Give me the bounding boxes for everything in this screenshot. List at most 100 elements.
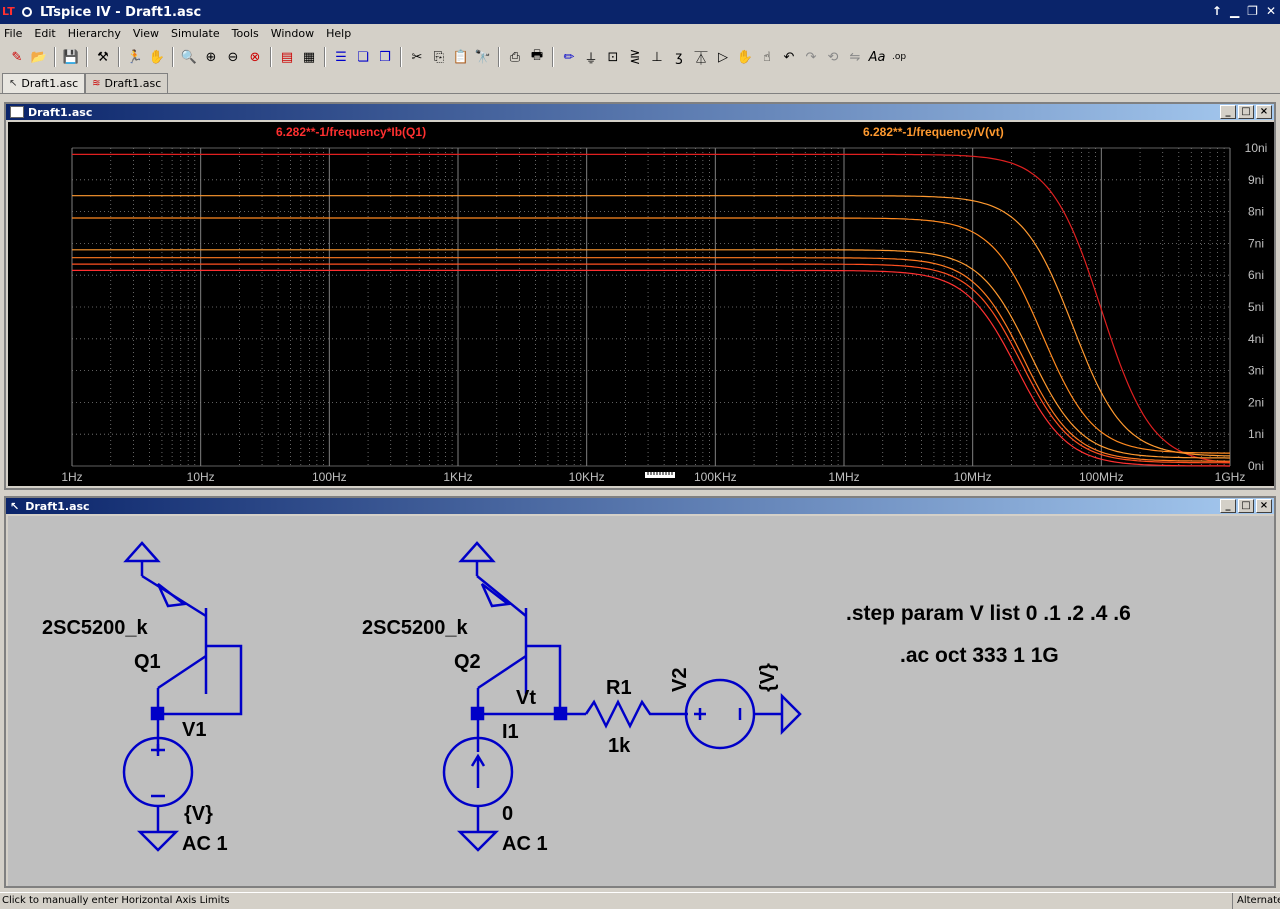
halt-icon[interactable]: ✋ (146, 46, 168, 68)
text-icon[interactable]: Aa (866, 46, 888, 68)
print-icon[interactable]: 🖶 (526, 46, 548, 68)
ground-icon[interactable] (456, 830, 500, 852)
y-axis-ticks[interactable]: 0ni 1ni 2ni 3ni 4ni 5ni 6ni 7ni 8ni 9ni 10ni (1245, 141, 1268, 473)
r1-value-label[interactable]: 1k (608, 735, 631, 757)
run-icon[interactable]: 🏃 (124, 46, 146, 68)
y-tick-label: 1ni (1248, 427, 1264, 441)
print-setup-icon[interactable]: ⎙ (504, 46, 526, 68)
tile-horizontal-icon[interactable]: ☰ (330, 46, 352, 68)
ac-directive[interactable]: .ac oct 333 1 1G (900, 644, 1059, 667)
schematic-window-titlebar[interactable]: ↖ Draft1.asc _ □ × (6, 498, 1274, 514)
waveform-window-titlebar[interactable]: Draft1.asc _ □ × (6, 104, 1274, 120)
schematic-drawing[interactable]: 2SC5200_k Q1 V1 {V} AC 1 2SC5200_k Q2 Vt… (8, 516, 1274, 886)
close-button[interactable]: × (1256, 105, 1272, 119)
zoom-out-icon[interactable]: ⊖ (222, 46, 244, 68)
step-directive[interactable]: .step param V list 0 .1 .2 .4 .6 (846, 602, 1131, 625)
tab-waveform[interactable]: ≋ Draft1.asc (85, 73, 169, 93)
x-tick-label: 10MHz (954, 470, 992, 484)
redo-icon[interactable]: ↷ (800, 46, 822, 68)
ground-icon[interactable] (136, 830, 180, 852)
i1-name-label[interactable]: I1 (502, 721, 519, 743)
zoom-fit-icon[interactable]: ⊗ (244, 46, 266, 68)
waveform-plot[interactable]: 1Hz 10Hz 100Hz 1KHz 10KHz 100KHz 1MHz 10MHz 100M… (8, 122, 1274, 486)
menu-help[interactable]: Help (326, 27, 351, 40)
pin-icon[interactable]: ↑ (1212, 4, 1222, 18)
close-button[interactable]: × (1256, 499, 1272, 513)
rotate-icon[interactable]: ⟲ (822, 46, 844, 68)
spice-directive-icon[interactable]: .op (888, 46, 910, 68)
minimize-button[interactable]: _ (1220, 105, 1236, 119)
ground-icon[interactable] (780, 692, 802, 736)
q2-model-label[interactable]: 2SC5200_k (362, 617, 469, 639)
r1-name-label[interactable]: R1 (606, 677, 632, 699)
mirror-icon[interactable]: ⇋ (844, 46, 866, 68)
restore-button[interactable]: ❐ (1247, 4, 1258, 18)
trace-label-v-vt[interactable]: 6.282**-1/frequency/V(vt) (863, 125, 1004, 139)
plot-area[interactable]: 1Hz 10Hz 100Hz 1KHz 10KHz 100KHz 1MHz 10MHz 100M… (8, 122, 1274, 486)
menu-simulate[interactable]: Simulate (171, 27, 220, 40)
autorange-icon[interactable]: ▤ (276, 46, 298, 68)
draw-wire-icon[interactable]: ✏ (558, 46, 580, 68)
resistor-icon[interactable]: ⋛ (624, 46, 646, 68)
v2-value-label[interactable]: {V} (757, 663, 779, 692)
zoom-in-icon[interactable]: 🔍 (178, 46, 200, 68)
move-icon[interactable]: ✋ (734, 46, 756, 68)
capacitor-icon[interactable]: ⊥ (646, 46, 668, 68)
junction-icon (470, 706, 485, 721)
menu-window[interactable]: Window (271, 27, 314, 40)
toolbar: ✎ 📂 💾 ⚒ 🏃 ✋ 🔍 ⊕ ⊖ ⊗ ▤ ▦ ☰ ❏ ❒ ✂ ⎘ 📋 🔭 ⎙ … (0, 44, 1280, 70)
maximize-button[interactable]: □ (1238, 105, 1254, 119)
trace-label-ib-q1[interactable]: 6.282**-1/frequency*Ib(Q1) (276, 125, 426, 139)
delete-trace-icon[interactable]: ▦ (298, 46, 320, 68)
cut-icon[interactable]: ✂ (406, 46, 428, 68)
schematic-window: ↖ Draft1.asc _ □ × 2SC5200_k Q1 V1 {V} A… (4, 496, 1276, 888)
drag-icon[interactable]: ☝ (756, 46, 778, 68)
save-icon[interactable]: 💾 (60, 46, 82, 68)
resistor-r1[interactable] (584, 699, 688, 729)
pan-icon[interactable]: ⊕ (200, 46, 222, 68)
menu-tools[interactable]: Tools (232, 27, 259, 40)
minimize-button[interactable]: _ (1220, 499, 1236, 513)
menu-file[interactable]: File (4, 27, 22, 40)
i1-value-label[interactable]: 0 (502, 803, 513, 825)
paste-icon[interactable]: 📋 (450, 46, 472, 68)
menu-edit[interactable]: Edit (34, 27, 55, 40)
i1-ac-label[interactable]: AC 1 (502, 833, 548, 855)
ground-icon[interactable]: ⏚ (580, 46, 602, 68)
control-panel-icon[interactable]: ⚒ (92, 46, 114, 68)
q1-collector-supply-icon[interactable] (123, 541, 161, 576)
diode-icon[interactable]: ⏄ (690, 46, 712, 68)
menu-hierarchy[interactable]: Hierarchy (68, 27, 121, 40)
v1-ac-label[interactable]: AC 1 (182, 833, 228, 855)
menu-view[interactable]: View (133, 27, 159, 40)
close-button[interactable]: ✕ (1266, 4, 1276, 18)
label-net-icon[interactable]: ⊡ (602, 46, 624, 68)
find-icon[interactable]: 🔭 (472, 46, 494, 68)
schematic-canvas[interactable]: 2SC5200_k Q1 V1 {V} AC 1 2SC5200_k Q2 Vt… (8, 516, 1274, 886)
v1-value-label[interactable]: {V} (184, 803, 213, 825)
component-icon[interactable]: ▷ (712, 46, 734, 68)
inductor-icon[interactable]: ʒ (668, 46, 690, 68)
status-text: Click to manually enter Horizontal Axis … (2, 895, 230, 906)
ruler-icon[interactable] (645, 472, 675, 478)
cascade-icon[interactable]: ❏ (352, 46, 374, 68)
q2-collector-supply-icon[interactable] (458, 541, 496, 576)
v2-name-label[interactable]: V2 (669, 668, 691, 692)
system-menu-icon[interactable] (22, 7, 32, 17)
net-label-vt[interactable]: Vt (516, 687, 536, 709)
open-icon[interactable]: 📂 (28, 46, 50, 68)
x-tick-label: 1MHz (828, 470, 859, 484)
tile-vertical-icon[interactable]: ❒ (374, 46, 396, 68)
q1-name-label[interactable]: Q1 (134, 651, 161, 673)
q2-name-label[interactable]: Q2 (454, 651, 481, 673)
undo-icon[interactable]: ↶ (778, 46, 800, 68)
minimize-button[interactable]: ▁ (1230, 4, 1239, 18)
toolbar-separator (118, 47, 120, 67)
maximize-button[interactable]: □ (1238, 499, 1254, 513)
q1-model-label[interactable]: 2SC5200_k (42, 617, 149, 639)
tab-schematic[interactable]: ↖ Draft1.asc (2, 73, 86, 93)
voltage-source-v1[interactable] (122, 736, 194, 832)
copy-icon[interactable]: ⎘ (428, 46, 450, 68)
v1-name-label[interactable]: V1 (182, 719, 206, 741)
new-schematic-icon[interactable]: ✎ (6, 46, 28, 68)
